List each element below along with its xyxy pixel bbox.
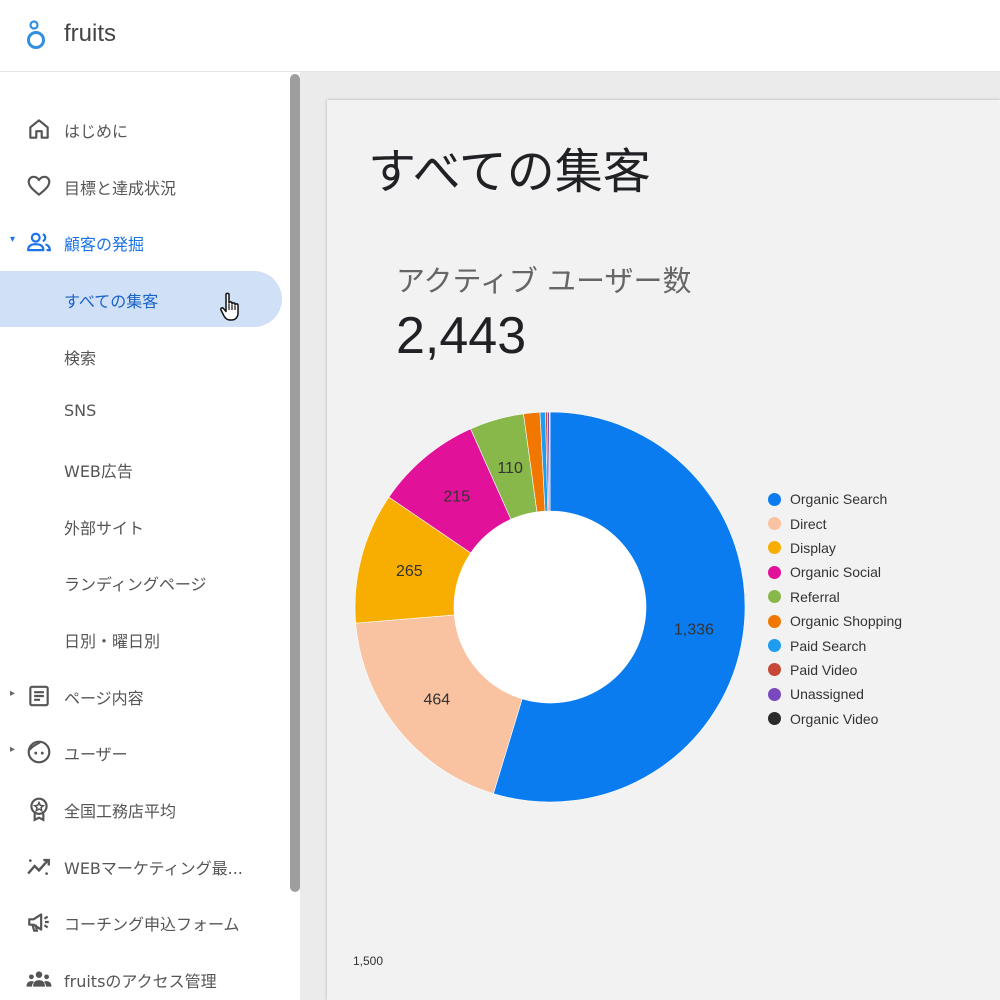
sidebar-item-acquisition[interactable]: ▾ 顧客の発掘 [0,214,282,270]
group-icon [26,971,52,987]
sidebar-item-web-marketing[interactable]: WEBマーケティング最... [0,838,282,894]
sidebar-item-label: 全国工務店平均 [64,802,177,821]
fruits-logo-icon[interactable] [24,18,48,52]
legend-swatch [768,590,781,604]
legend-label: Paid Video [790,661,858,678]
sidebar-scrollbar[interactable] [290,74,300,892]
data-label: 1,336 [674,621,714,638]
sidebar-item-label: WEB広告 [64,462,133,481]
legend-label: Paid Search [790,637,867,654]
legend-label: Organic Social [790,564,882,581]
sidebar-item-access-management[interactable]: fruitsのアクセス管理 [0,951,282,1000]
donut-slice-organic-video[interactable] [549,411,551,512]
sidebar-item-label: ランディングページ [64,575,207,594]
app-title: fruits [64,20,117,47]
data-label: 265 [396,563,423,580]
sidebar-item-label: ページ内容 [64,689,144,708]
sidebar-item-label: はじめに [64,122,129,141]
sidebar-item-label: SNS [64,401,97,420]
sidebar-item-label: コーチング申込フォーム [64,915,240,934]
sidebar-item-national-average[interactable]: 全国工務店平均 [0,781,282,837]
sidebar-item-users[interactable]: ▸ ユーザー [0,724,282,780]
sidebar-item-label: 顧客の発掘 [64,235,145,254]
legend-item[interactable]: Referral [768,585,902,609]
legend-item[interactable]: Organic Social [768,560,902,584]
legend-swatch [768,712,781,726]
legend-label: Unassigned [790,686,864,703]
sidebar-item-search[interactable]: 検索 [0,328,282,384]
sidebar-item-label: すべての集客 [64,292,159,311]
sidebar-item-label: 目標と達成状況 [64,179,177,198]
sidebar-item-external-sites[interactable]: 外部サイト [0,498,282,554]
app-header: fruits [0,0,1000,72]
legend-swatch [768,565,781,579]
legend-swatch [768,639,781,653]
award-icon [30,797,48,822]
sidebar: はじめに 目標と達成状況 ▾ 顧客の発掘 すべての集客 検索 SNS WEB広告… [0,72,290,1000]
sidebar-item-landing-pages[interactable]: ランディングページ [0,554,282,610]
legend-swatch [768,541,781,555]
home-icon [29,119,49,139]
legend-label: Display [790,539,836,556]
sidebar-item-page-content[interactable]: ▸ ページ内容 [0,668,282,724]
data-label: 464 [423,691,450,708]
legend-label: Direct [790,515,827,532]
kpi-value: 2,443 [396,307,527,365]
legend-swatch [768,492,781,506]
legend-item[interactable]: Direct [768,511,902,535]
document-icon [29,685,49,707]
hand-cursor-icon [220,292,239,321]
sidebar-item-goals[interactable]: 目標と達成状況 [0,158,282,214]
legend-item[interactable]: Unassigned [768,682,902,706]
sidebar-item-label: 検索 [64,349,97,368]
sidebar-item-coaching-form[interactable]: コーチング申込フォーム [0,894,282,950]
sidebar-item-home[interactable]: はじめに [0,101,282,157]
legend-item[interactable]: Organic Video [768,707,902,731]
sidebar-item-sns[interactable]: SNS [0,384,282,440]
people-icon [27,232,51,252]
sidebar-item-label: 外部サイト [64,519,145,538]
data-label: 215 [443,488,470,505]
legend-label: Organic Search [790,491,888,508]
chevron-right-icon[interactable]: ▸ [10,744,15,755]
legend-label: Organic Video [790,710,879,727]
chart-legend: Organic Search Direct Display Organic Socia… [768,487,902,731]
sidebar-item-label: WEBマーケティング最... [64,859,243,878]
legend-item[interactable]: Display [768,536,902,560]
legend-swatch [768,663,781,677]
face-icon [27,740,51,764]
data-label: 110 [497,460,523,477]
donut-chart[interactable]: 1,336 464 265 215 110 [340,400,760,820]
legend-label: Referral [790,588,840,605]
chevron-right-icon[interactable]: ▸ [10,688,15,699]
trending-icon [27,858,50,875]
legend-item[interactable]: Organic Search [768,487,902,511]
legend-item[interactable]: Organic Shopping [768,609,902,633]
sidebar-item-label: fruitsのアクセス管理 [64,972,217,991]
legend-label: Organic Shopping [790,613,903,630]
heart-icon [27,175,51,196]
legend-swatch [768,517,781,531]
page-title: すべての集客 [368,144,651,200]
donut-hole [454,511,646,703]
legend-swatch [768,687,781,701]
sidebar-item-by-day[interactable]: 日別・曜日別 [0,611,282,667]
axis-note: 1,500 [353,954,384,968]
legend-item[interactable]: Paid Video [768,658,902,682]
kpi-label: アクティブ ユーザー数 [396,264,692,298]
legend-item[interactable]: Paid Search [768,633,902,657]
chevron-down-icon[interactable]: ▾ [10,234,15,245]
sidebar-item-label: ユーザー [64,745,128,764]
sidebar-item-label: 日別・曜日別 [64,632,161,651]
legend-swatch [768,614,781,628]
sidebar-item-web-ads[interactable]: WEB広告 [0,441,282,497]
megaphone-icon [28,913,49,932]
